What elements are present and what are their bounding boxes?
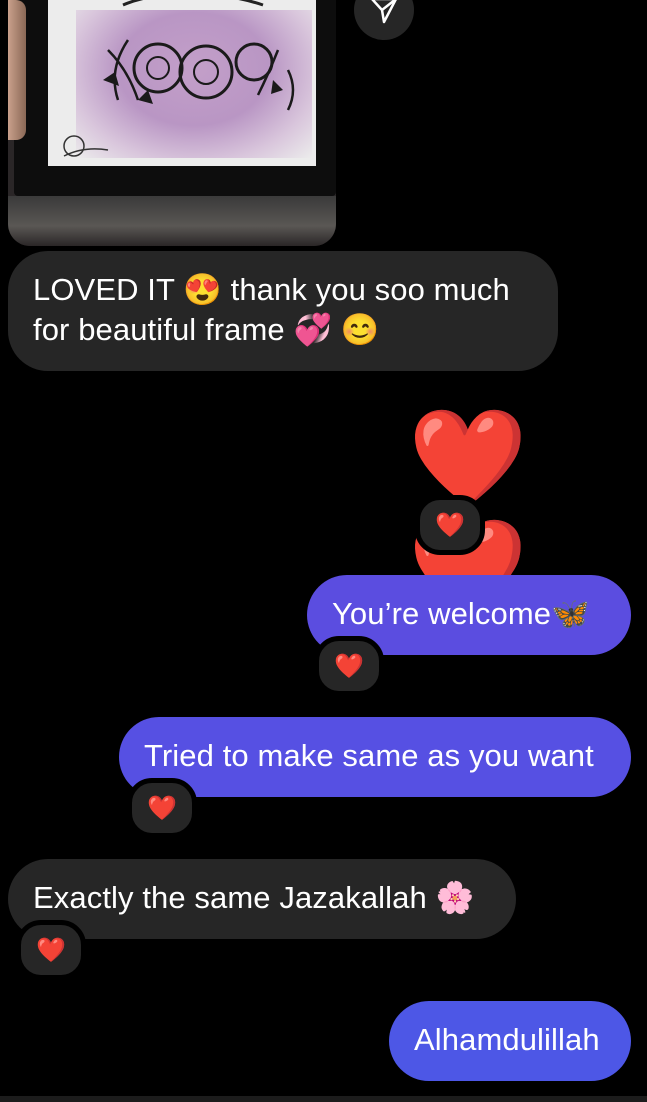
- message-text: LOVED IT 😍 thank you soo much for beauti…: [33, 272, 510, 347]
- message-text: You’re welcome🦋: [332, 596, 590, 631]
- message-bubble-received[interactable]: LOVED IT 😍 thank you soo much for beauti…: [8, 251, 558, 371]
- message-text: Exactly the same Jazakallah 🌸: [33, 880, 475, 915]
- paper-plane-icon: [371, 0, 397, 24]
- photo-message[interactable]: [8, 0, 336, 246]
- message-text: Alhamdulillah: [414, 1022, 600, 1057]
- share-button[interactable]: [354, 0, 414, 40]
- composer-edge: [0, 1096, 647, 1102]
- photo-background: [8, 196, 336, 246]
- message-bubble-sent[interactable]: Alhamdulillah: [389, 1001, 631, 1081]
- photo-frame: [14, 0, 336, 196]
- message-text: Tried to make same as you want: [144, 738, 594, 773]
- message-bubble-sent[interactable]: Tried to make same as you want: [119, 717, 631, 797]
- photo-paper: [48, 0, 316, 166]
- heart-icon: ❤️: [334, 652, 364, 680]
- heart-icon: ❤️: [36, 936, 66, 964]
- hand: [8, 0, 26, 140]
- floral-artwork: [63, 0, 295, 157]
- heart-reaction[interactable]: ❤️: [314, 636, 384, 696]
- heart-icon: ❤️: [147, 794, 177, 822]
- heart-reaction[interactable]: ❤️: [16, 920, 86, 980]
- heart-reaction[interactable]: ❤️: [127, 778, 197, 838]
- heart-reaction[interactable]: ❤️: [415, 495, 485, 555]
- heart-icon: ❤️: [435, 511, 465, 539]
- message-bubble-received[interactable]: Exactly the same Jazakallah 🌸: [8, 859, 516, 939]
